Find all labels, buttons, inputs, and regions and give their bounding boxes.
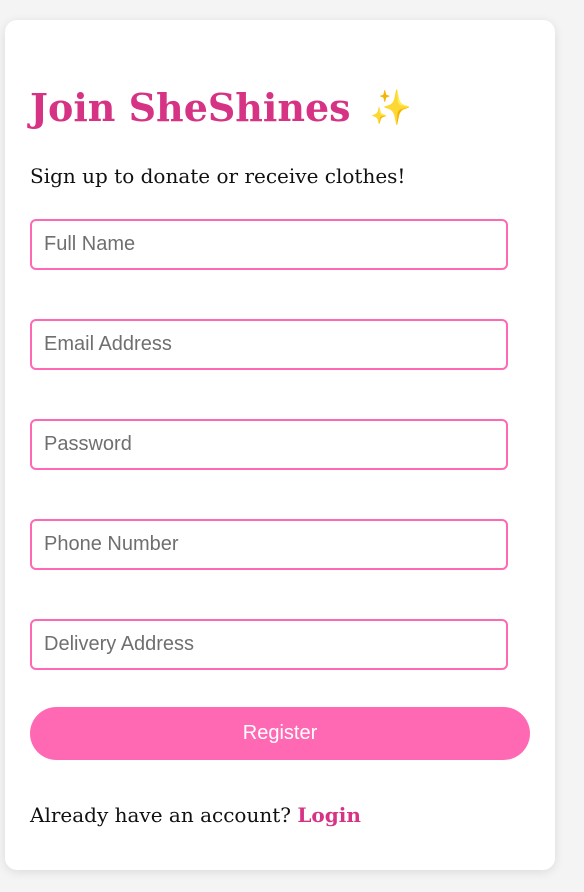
- sparkles-icon: ✨: [369, 88, 413, 128]
- page-subtitle: Sign up to donate or receive clothes!: [30, 164, 406, 188]
- page-title: Join SheShines ✨: [30, 86, 412, 130]
- full-name-input[interactable]: [30, 219, 508, 270]
- signup-card: Join SheShines ✨ Sign up to donate or re…: [5, 20, 555, 870]
- password-input[interactable]: [30, 419, 508, 470]
- delivery-address-input[interactable]: [30, 619, 508, 670]
- login-prompt: Already have an account? Login: [30, 803, 361, 827]
- email-input[interactable]: [30, 319, 508, 370]
- phone-input[interactable]: [30, 519, 508, 570]
- page-title-text: Join SheShines: [30, 85, 351, 130]
- login-link[interactable]: Login: [297, 803, 361, 827]
- login-prompt-text: Already have an account?: [30, 803, 291, 827]
- register-button[interactable]: Register: [30, 707, 530, 760]
